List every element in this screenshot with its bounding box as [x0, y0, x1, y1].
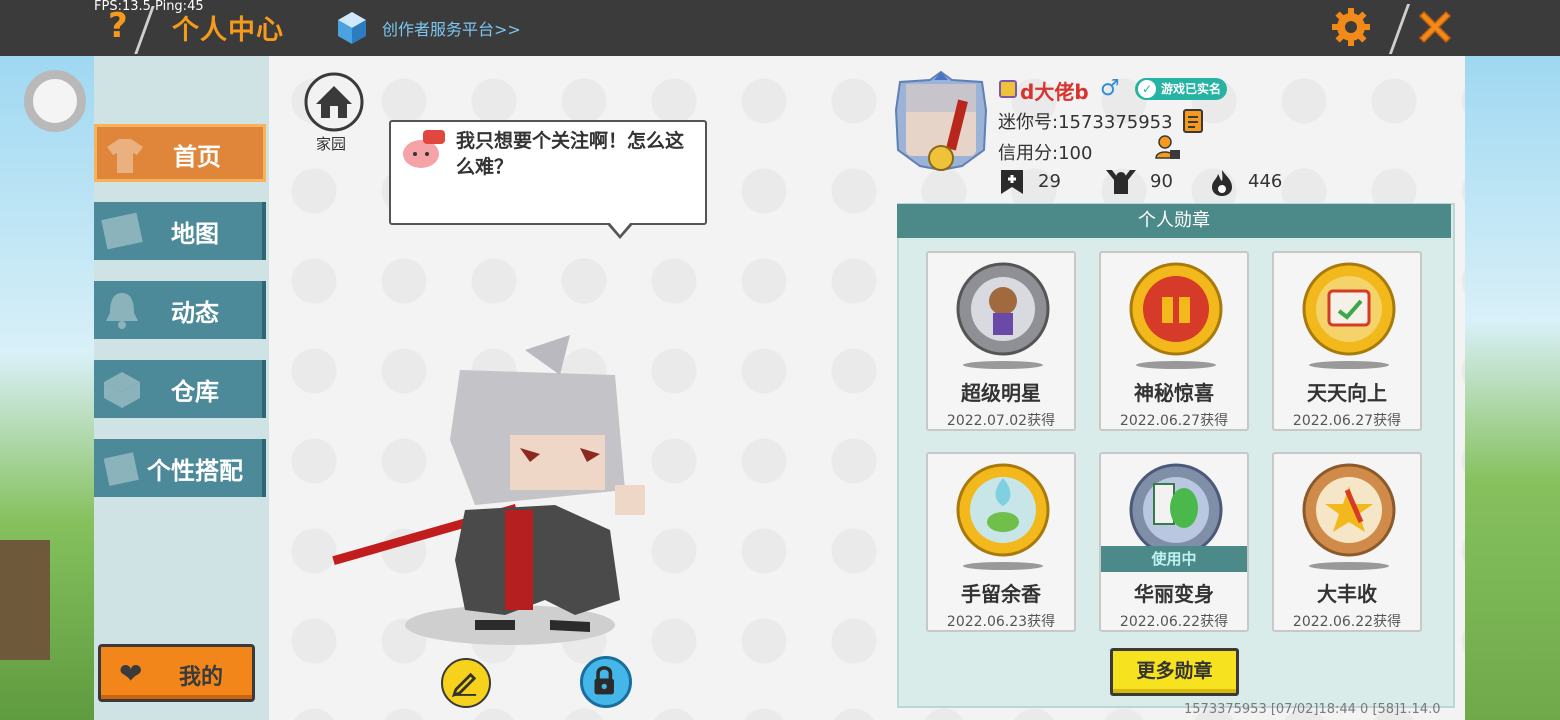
medal-date: 2022.06.22获得	[1292, 614, 1402, 630]
medal-harvest-icon	[1302, 463, 1396, 570]
sidebar: 首页 地图 动态 仓库 个性搭配	[94, 56, 269, 720]
verified-badge: ✓ 游戏已实名	[1135, 78, 1228, 100]
credit-score: 信用分:100	[998, 143, 1093, 164]
medal-card[interactable]: 手留余香 2022.06.23获得	[926, 452, 1076, 632]
medal-card[interactable]: 使用中 华丽变身 2022.06.22获得	[1099, 452, 1249, 632]
home-label: 家园	[316, 135, 347, 153]
creator-platform-link[interactable]: 创作者服务平台>>	[382, 16, 521, 40]
stat-hot-value: 446	[1248, 171, 1283, 192]
medal-name: 大丰收	[1317, 582, 1377, 606]
medal-card[interactable]: 大丰收 2022.06.22获得	[1272, 452, 1422, 632]
home-icon[interactable]	[304, 72, 364, 132]
medal-date: 2022.06.23获得	[946, 614, 1056, 630]
record-button[interactable]	[24, 70, 86, 132]
sidebar-item-outfit[interactable]: 个性搭配	[94, 439, 266, 497]
stat-flag-value: 29	[1038, 171, 1061, 192]
person-check-icon: ✓	[1138, 80, 1156, 98]
username: d大佬b	[1020, 80, 1089, 104]
sidebar-item-label: 地图	[171, 220, 219, 248]
mine-button[interactable]: ❤ 我的	[98, 644, 255, 702]
emoticon-icon	[403, 130, 445, 168]
speech-text: 我只想要个关注啊！怎么这么难？	[456, 130, 685, 178]
pencil-icon	[451, 672, 477, 698]
player-avatar-figure[interactable]	[325, 330, 665, 650]
profile-avatar[interactable]	[892, 70, 990, 172]
user-lock-icon[interactable]	[1154, 134, 1182, 162]
footer-info: 1573375953 [07/02]18:44 0 [58]1.14.0	[1184, 702, 1441, 717]
page-title: 个人中心	[172, 15, 284, 46]
sidebar-item-storage[interactable]: 仓库	[94, 360, 266, 418]
gear-icon[interactable]	[1330, 6, 1372, 48]
medal-date: 2022.06.27获得	[1292, 413, 1402, 429]
medal-card[interactable]: 神秘惊喜 2022.06.27获得	[1099, 251, 1249, 431]
medal-date: 2022.07.02获得	[946, 413, 1056, 429]
medal-name: 超级明星	[961, 381, 1041, 405]
stat-fans-value: 90	[1150, 171, 1173, 192]
copy-icon[interactable]	[1182, 108, 1206, 134]
game-world-right	[1464, 56, 1560, 720]
mini-id: 迷你号:1573375953	[998, 112, 1173, 133]
medal-date: 2022.06.22获得	[1119, 614, 1229, 630]
medal-name: 华丽变身	[1134, 582, 1214, 606]
verified-label: 游戏已实名	[1161, 82, 1222, 96]
lock-button[interactable]	[580, 656, 632, 708]
sidebar-item-label: 动态	[171, 299, 219, 327]
medal-star-icon	[956, 262, 1050, 369]
medals-title: 个人勋章	[897, 204, 1451, 238]
sidebar-item-label: 仓库	[171, 378, 219, 406]
lock-icon	[594, 666, 614, 695]
vip-icon	[999, 80, 1017, 98]
medal-flower-icon	[956, 463, 1050, 570]
game-world-block	[0, 540, 50, 660]
medal-date: 2022.06.27获得	[1119, 413, 1229, 429]
medal-calendar-icon	[1302, 262, 1396, 369]
medal-name: 神秘惊喜	[1134, 381, 1214, 405]
medal-card[interactable]: 天天向上 2022.06.27获得	[1272, 251, 1422, 431]
cube-icon[interactable]	[336, 10, 368, 46]
sidebar-item-home[interactable]: 首页	[94, 124, 266, 182]
flame-icon	[1212, 170, 1232, 196]
male-icon: ♂	[1100, 76, 1120, 101]
sidebar-item-label: 首页	[173, 143, 221, 171]
medal-card[interactable]: 超级明星 2022.07.02获得	[926, 251, 1076, 431]
flag-icon	[1001, 170, 1023, 194]
close-icon[interactable]	[1414, 6, 1456, 48]
medal-name: 手留余香	[961, 582, 1041, 606]
mine-label: 我的	[179, 665, 224, 690]
more-medals-button[interactable]: 更多勋章	[1110, 648, 1239, 696]
edit-button[interactable]	[441, 658, 491, 708]
heart-icon: ❤	[119, 657, 143, 690]
in-use-badge: 使用中	[1101, 546, 1247, 572]
sidebar-item-map[interactable]: 地图	[94, 202, 266, 260]
sidebar-item-label: 个性搭配	[147, 457, 243, 485]
cheer-icon	[1106, 170, 1136, 194]
medal-name: 天天向上	[1307, 381, 1387, 405]
help-icon[interactable]: ?	[108, 6, 128, 46]
medal-gift-icon	[1129, 262, 1223, 369]
sidebar-item-feed[interactable]: 动态	[94, 281, 266, 339]
speech-bubble-tail-fill	[609, 222, 631, 235]
